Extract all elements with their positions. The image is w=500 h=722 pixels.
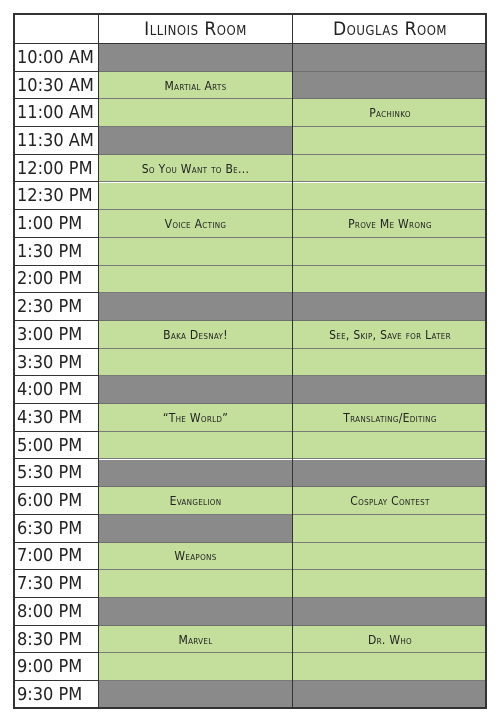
illinois-slot-booked xyxy=(99,237,292,266)
time-slot-label: 3:00 PM xyxy=(15,321,98,349)
time-slot-label: 1:00 PM xyxy=(15,210,98,238)
illinois-slot-empty xyxy=(99,127,292,155)
douglas-slot-booked xyxy=(293,210,485,238)
douglas-slot-booked xyxy=(293,404,485,432)
header-corner xyxy=(15,15,98,44)
douglas-slot-booked xyxy=(293,570,485,598)
douglas-slot-booked xyxy=(293,348,485,377)
illinois-slot-booked xyxy=(99,404,292,432)
illinois-slot-booked xyxy=(99,653,292,682)
illinois-slot-empty xyxy=(99,293,292,321)
time-slot-label: 12:00 PM xyxy=(15,154,98,183)
douglas-slot-booked xyxy=(293,127,485,155)
illinois-slot-booked xyxy=(99,348,292,377)
illinois-slot-booked xyxy=(99,570,292,598)
douglas-slot-empty xyxy=(293,44,485,72)
douglas-slot-booked xyxy=(293,514,485,543)
column-divider xyxy=(292,15,293,707)
time-slot-label: 3:30 PM xyxy=(15,348,98,377)
time-slot-label: 8:30 PM xyxy=(15,625,98,654)
illinois-slot-empty xyxy=(99,514,292,543)
douglas-slot-booked xyxy=(293,542,485,571)
time-slot-label: 11:00 AM xyxy=(15,99,98,128)
douglas-slot-booked xyxy=(293,237,485,266)
time-slot-label: 2:00 PM xyxy=(15,265,98,294)
time-slot-label: 7:00 PM xyxy=(15,542,98,571)
time-slot-label: 2:30 PM xyxy=(15,293,98,321)
schedule-grid: Illinois Room Douglas Room 10:00 AM 10:30… xyxy=(13,13,487,709)
time-slot-label: 6:30 PM xyxy=(15,514,98,543)
douglas-slot-empty xyxy=(293,598,485,626)
illinois-slot-booked xyxy=(99,210,292,238)
douglas-slot-empty xyxy=(293,293,485,321)
douglas-slot-empty xyxy=(293,459,485,488)
illinois-slot-booked xyxy=(99,542,292,571)
illinois-slot-empty xyxy=(99,44,292,72)
time-slot-label: 1:30 PM xyxy=(15,237,98,266)
time-slot-label: 9:00 PM xyxy=(15,653,98,682)
douglas-slot-booked xyxy=(293,625,485,654)
time-slot-label: 11:30 AM xyxy=(15,127,98,155)
column-divider xyxy=(98,15,99,707)
time-slot-label: 6:00 PM xyxy=(15,487,98,515)
douglas-slot-booked xyxy=(293,321,485,349)
illinois-slot-booked xyxy=(99,487,292,515)
douglas-slot-booked xyxy=(293,99,485,128)
douglas-slot-empty xyxy=(293,376,485,405)
douglas-slot-booked xyxy=(293,182,485,211)
time-slot-label: 12:30 PM xyxy=(15,182,98,211)
douglas-slot-booked xyxy=(293,653,485,682)
time-slot-label: 5:00 PM xyxy=(15,431,98,460)
illinois-slot-empty xyxy=(99,681,292,707)
illinois-slot-booked xyxy=(99,71,292,100)
douglas-slot-booked xyxy=(293,487,485,515)
douglas-slot-booked xyxy=(293,154,485,183)
time-slot-label: 10:30 AM xyxy=(15,71,98,100)
column-header-illinois-room: Illinois Room xyxy=(99,15,292,44)
illinois-slot-empty xyxy=(99,376,292,405)
time-slot-label: 10:00 AM xyxy=(15,44,98,72)
time-slot-label: 9:30 PM xyxy=(15,681,98,707)
time-slot-label: 4:30 PM xyxy=(15,404,98,432)
illinois-slot-booked xyxy=(99,625,292,654)
douglas-slot-booked xyxy=(293,431,485,460)
illinois-slot-booked xyxy=(99,154,292,183)
douglas-slot-empty xyxy=(293,71,485,100)
illinois-slot-booked xyxy=(99,99,292,128)
column-header-douglas-room: Douglas Room xyxy=(293,15,485,44)
douglas-slot-empty xyxy=(293,681,485,707)
illinois-slot-booked xyxy=(99,431,292,460)
illinois-slot-booked xyxy=(99,182,292,211)
time-slot-label: 5:30 PM xyxy=(15,459,98,488)
douglas-slot-booked xyxy=(293,265,485,294)
illinois-slot-booked xyxy=(99,321,292,349)
time-slot-label: 7:30 PM xyxy=(15,570,98,598)
illinois-slot-empty xyxy=(99,459,292,488)
illinois-slot-empty xyxy=(99,598,292,626)
illinois-slot-booked xyxy=(99,265,292,294)
time-slot-label: 4:00 PM xyxy=(15,376,98,405)
time-slot-label: 8:00 PM xyxy=(15,598,98,626)
